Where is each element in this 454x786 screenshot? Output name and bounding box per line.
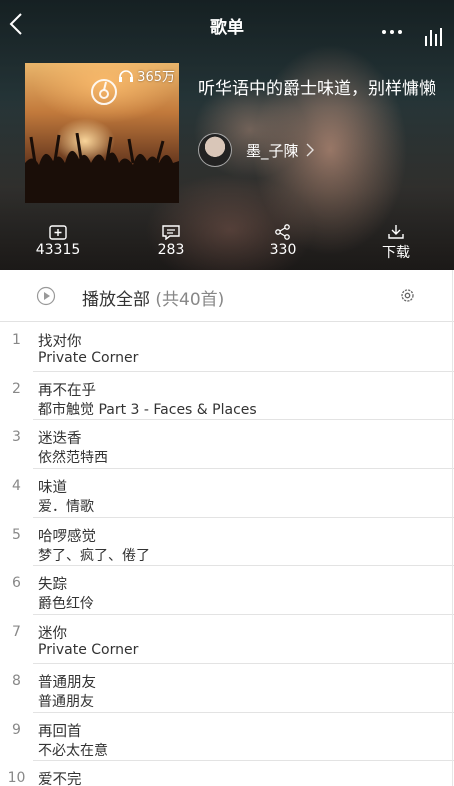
equalizer-bar (435, 34, 437, 46)
add-folder-icon (49, 225, 67, 240)
song-row[interactable]: 5 哈啰感觉 梦了、疯了、倦了 (0, 518, 454, 567)
song-index: 2 (12, 380, 21, 397)
song-row[interactable]: 4 味道 爱．情歌 (0, 469, 454, 518)
song-title: 普通朋友 (38, 674, 96, 691)
song-index: 1 (12, 332, 21, 348)
song-title: 迷你 (38, 626, 67, 643)
equalizer-icon (425, 36, 427, 46)
now-playing-button[interactable] (424, 28, 444, 46)
download-button[interactable]: 下载 (366, 224, 426, 262)
comment-icon (162, 225, 180, 240)
song-row[interactable]: 10 爱不完 (0, 761, 454, 786)
song-row[interactable]: 6 失踪 爵色红伶 (0, 566, 454, 616)
download-icon (388, 225, 404, 239)
collect-count: 43315 (35, 242, 81, 258)
song-row[interactable]: 7 迷你 Private Corner (0, 615, 454, 664)
more-dots-icon (382, 30, 386, 34)
song-index: 5 (12, 526, 21, 543)
song-index: 4 (12, 478, 21, 495)
song-title: 再回首 (38, 723, 82, 740)
creator-name: 墨_子陳 (246, 141, 299, 160)
gear-icon[interactable] (399, 287, 416, 304)
playlist-name: 听华语中的爵士味道，别样慵懒 (198, 79, 436, 99)
collect-button[interactable]: 43315 (28, 224, 88, 258)
song-row[interactable]: 2 再不在乎 都市触觉 Part 3 - Faces & Places (0, 372, 454, 421)
avatar (198, 133, 232, 167)
song-title: 再不在乎 (38, 382, 96, 399)
song-row[interactable]: 1 找对你 Private Corner (0, 323, 454, 372)
song-album: 爱．情歌 (38, 499, 94, 516)
song-index: 9 (12, 721, 21, 738)
download-label: 下载 (382, 245, 410, 261)
share-icon (275, 224, 290, 240)
play-count: 365万 (118, 66, 175, 85)
more-button[interactable] (380, 26, 408, 38)
song-index: 6 (12, 575, 21, 592)
play-count-value: 365万 (137, 70, 175, 85)
song-album: 不必太在意 (38, 742, 108, 759)
song-list: 1 找对你 Private Corner 2 再不在乎 都市触觉 Part 3 … (0, 323, 454, 786)
action-bar: 43315 283 330 下载 (0, 224, 454, 264)
song-album: 梦了、疯了、倦了 (38, 547, 150, 564)
song-index: 3 (12, 429, 21, 446)
share-count: 330 (269, 242, 297, 258)
chevron-right-icon (306, 143, 314, 157)
song-album: Private Corner (38, 642, 139, 659)
headphones-icon (119, 69, 134, 82)
equalizer-bar (430, 30, 432, 46)
song-title: 找对你 (38, 334, 82, 350)
playlist-header: 歌单 365万 听华语中的爵士味道，别样慵懒 墨_子陳 43315 283 33… (0, 0, 454, 270)
equalizer-bar (440, 28, 442, 46)
play-all-bar: 播放全部 (共40首) (0, 270, 454, 322)
song-row[interactable]: 8 普通朋友 普通朋友 (0, 664, 454, 713)
song-album: 爵色红伶 (38, 596, 94, 613)
song-row[interactable]: 9 再回首 不必太在意 (0, 713, 454, 762)
song-title: 失踪 (38, 577, 67, 594)
song-count: (共40首) (155, 290, 225, 310)
netease-logo-icon (91, 79, 117, 105)
playlist-cover[interactable]: 365万 (25, 63, 179, 203)
more-dot (390, 30, 394, 34)
concert-crowd-image (25, 133, 179, 203)
song-index: 8 (12, 672, 21, 689)
play-circle-icon[interactable] (36, 286, 56, 306)
song-title: 味道 (38, 480, 67, 497)
song-index: 10 (7, 770, 26, 786)
play-all-label: 播放全部 (82, 290, 150, 310)
song-index: 7 (12, 624, 21, 641)
song-album: 普通朋友 (38, 693, 94, 710)
song-title: 爱不完 (38, 772, 82, 786)
top-bar: 歌单 (0, 0, 454, 48)
song-album: 都市触觉 Part 3 - Faces & Places (38, 401, 257, 418)
song-album: 依然范特西 (38, 450, 108, 467)
more-dot (398, 30, 402, 34)
creator-link[interactable]: 墨_子陳 (198, 133, 315, 167)
song-row[interactable]: 3 迷迭香 依然范特西 (0, 420, 454, 470)
comments-button[interactable]: 283 (141, 224, 201, 258)
play-all-button[interactable]: 播放全部 (共40首) (82, 285, 224, 310)
right-border (452, 270, 453, 786)
share-button[interactable]: 330 (253, 224, 313, 258)
song-title: 哈啰感觉 (38, 528, 96, 545)
song-title: 迷迭香 (38, 431, 82, 448)
song-album: Private Corner (38, 350, 139, 366)
comments-count: 283 (157, 242, 185, 258)
